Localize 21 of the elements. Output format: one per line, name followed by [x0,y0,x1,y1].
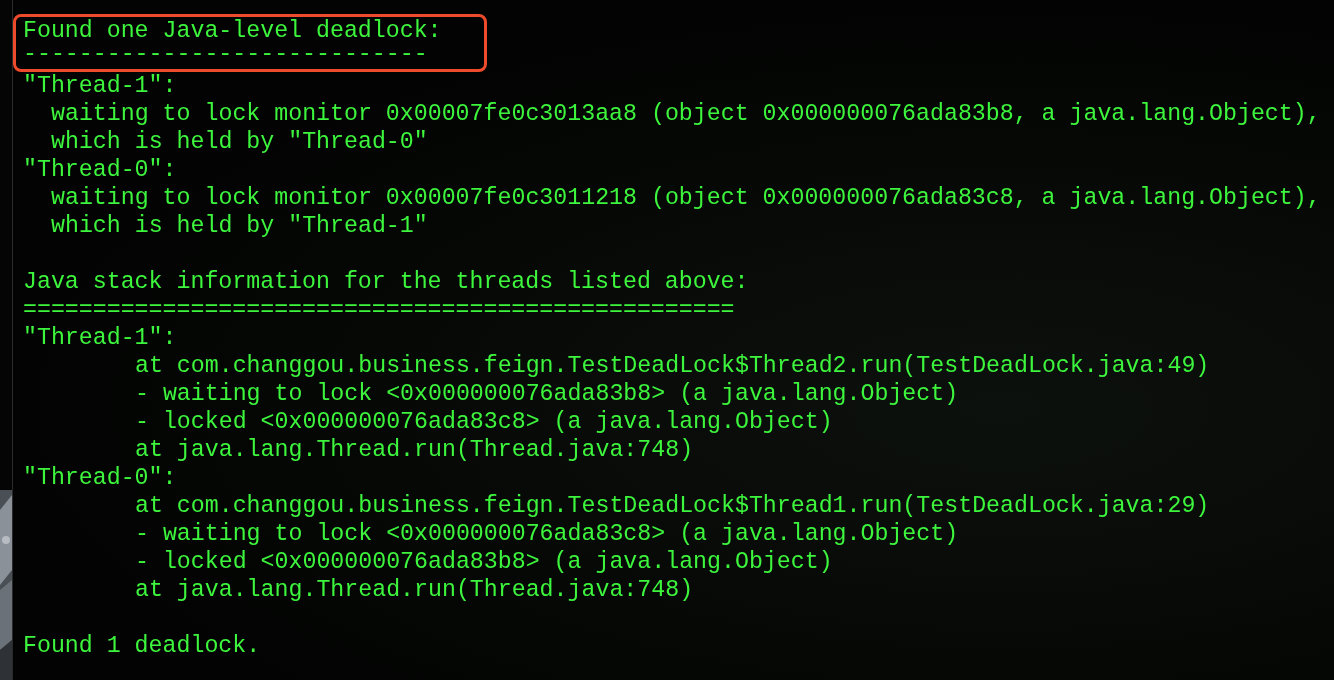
terminal-line: "Thread-1": [23,324,177,352]
terminal-line: waiting to lock monitor 0x00007fe0c3011218 (object 0x000000076ada83c8, a java.lang.Object), [50,184,1321,212]
terminal-line: waiting to lock monitor 0x00007fe0c3013aa8 (object 0x000000076ada83b8, a java.lang.Object), [50,100,1321,128]
terminal-line: - waiting to lock <0x000000076ada83c8> (a java.lang.Object) [134,520,959,548]
terminal-line: - locked <0x000000076ada83c8> (a java.lang.Object) [134,408,833,436]
terminal-line: "Thread-1": [23,72,177,100]
terminal-line: at java.lang.Thread.run(Thread.java:748) [134,436,694,464]
terminal-line: "Thread-0": [23,464,177,492]
terminal-line: at com.changgou.business.feign.TestDeadLock$Thread1.run(TestDeadLock.java:29) [134,492,1210,520]
terminal-line: =================================================== [23,296,735,324]
terminal-line: which is held by "Thread-0" [50,128,428,156]
terminal-line: which is held by "Thread-1" [50,212,428,240]
terminal-line: Found one Java-level deadlock: [23,18,442,44]
terminal-line: Found 1 deadlock. [23,632,261,660]
terminal-line: "Thread-0": [23,156,177,184]
terminal-line: - waiting to lock <0x000000076ada83b8> (a java.lang.Object) [134,380,959,408]
terminal-line: at com.changgou.business.feign.TestDeadLock$Thread2.run(TestDeadLock.java:49) [134,352,1210,380]
terminal-line: - locked <0x000000076ada83b8> (a java.lang.Object) [134,548,833,576]
terminal-line: ----------------------------- [23,44,428,64]
terminal-line: Java stack information for the threads listed above: [23,268,749,296]
terminal-line: at java.lang.Thread.run(Thread.java:748) [134,576,694,604]
